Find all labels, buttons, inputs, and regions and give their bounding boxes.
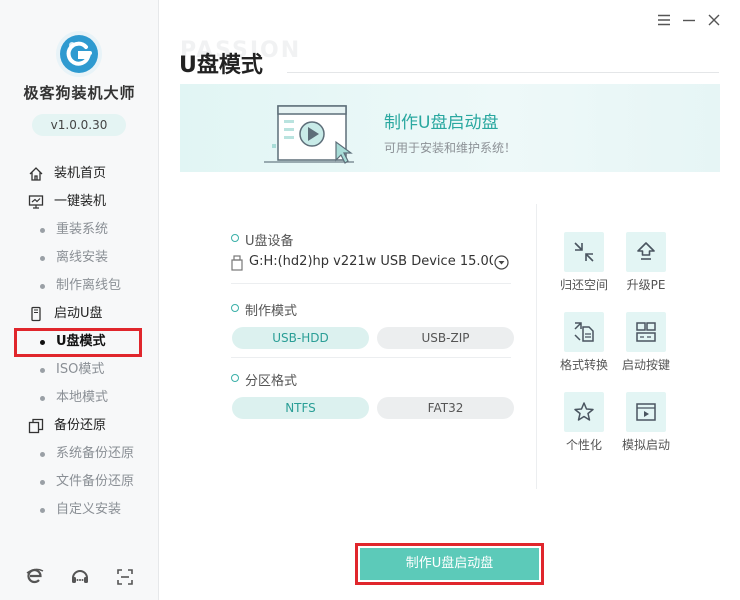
copy-icon — [28, 418, 44, 434]
divider — [231, 283, 511, 284]
simulate-boot-icon — [636, 403, 656, 421]
sidebar-item-one-click-install[interactable]: 一键装机 — [0, 188, 159, 216]
app-logo-icon — [56, 31, 102, 77]
banner: 制作U盘启动盘 可用于安装和维护系统！ — [180, 84, 720, 172]
usb-drive-icon — [231, 255, 243, 271]
chevron-down-icon[interactable] — [494, 255, 509, 270]
sidebar-item-make-offline-pkg[interactable]: 制作离线包 — [0, 272, 159, 300]
banner-title: 制作U盘启动盘 — [384, 113, 499, 133]
sidebar-item-label: 文件备份还原 — [56, 474, 135, 489]
upgrade-icon — [637, 242, 655, 260]
sidebar-item-backup-restore[interactable]: 备份还原 — [0, 412, 159, 440]
sidebar-item-label: 本地模式 — [56, 390, 109, 405]
tool-upgrade-pe-button[interactable]: 升级PE — [616, 232, 676, 302]
sidebar-item-label: 离线安装 — [56, 250, 109, 265]
bullet-icon — [40, 368, 45, 373]
title-divider — [287, 72, 719, 73]
sidebar-item-label: 备份还原 — [54, 418, 107, 433]
home-icon — [29, 167, 43, 181]
tool-label: 模拟启动 — [621, 438, 670, 452]
bullet-icon — [40, 480, 45, 485]
tool-icon-box — [564, 392, 604, 432]
mode-label: 制作模式 — [245, 304, 298, 319]
vertical-divider — [536, 204, 537, 489]
device-value: G:H:(hd2)hp v221w USB Device 15.00G — [249, 254, 493, 269]
tool-format-convert-button[interactable]: 格式转换 — [554, 312, 614, 382]
mode-option-usb-hdd[interactable]: USB-HDD — [232, 327, 369, 349]
sidebar-item-label: 启动U盘 — [54, 306, 103, 321]
sidebar-item-offline-install[interactable]: 离线安装 — [0, 244, 159, 272]
bullet-icon — [40, 508, 45, 513]
tool-icon-box — [564, 312, 604, 352]
tool-label: 升级PE — [626, 278, 666, 292]
menu-icon[interactable] — [656, 12, 672, 28]
page-title: U盘模式 — [179, 53, 263, 78]
sidebar-item-label: ISO模式 — [56, 362, 105, 377]
tool-icon-box — [626, 312, 666, 352]
ring-icon — [231, 304, 239, 312]
sidebar-item-boot-usb[interactable]: 启动U盘 — [0, 300, 159, 328]
device-section-label: U盘设备 — [231, 230, 294, 249]
banner-subtitle: 可用于安装和维护系统！ — [384, 141, 517, 155]
tool-restore-space-button[interactable]: 归还空间 — [554, 232, 614, 302]
tool-boot-key-button[interactable]: 启动按键 — [616, 312, 676, 382]
tool-icon-box — [564, 232, 604, 272]
partition-option-ntfs[interactable]: NTFS — [232, 397, 369, 419]
partition-option-fat32[interactable]: FAT32 — [377, 397, 514, 419]
usb-drive-icon — [31, 306, 41, 322]
sidebar-item-custom-install[interactable]: 自定义安装 — [0, 496, 159, 524]
bullet-icon — [40, 284, 45, 289]
sidebar-item-label: 重装系统 — [56, 222, 109, 237]
device-label: U盘设备 — [245, 234, 294, 249]
sidebar: 极客狗装机大师 v1.0.0.30 装机首页 一键装机 重装系统 离线安装 制作… — [0, 0, 159, 600]
mode-section-label: 制作模式 — [231, 300, 297, 319]
bullet-icon — [40, 396, 45, 401]
tool-label: 启动按键 — [621, 358, 670, 372]
sidebar-item-home[interactable]: 装机首页 — [0, 160, 159, 188]
partition-label: 分区格式 — [245, 374, 298, 389]
sidebar-item-label: 制作离线包 — [56, 278, 122, 293]
browser-icon[interactable] — [24, 566, 46, 588]
highlight-box: 制作U盘启动盘 — [355, 543, 544, 585]
personalize-icon — [574, 402, 594, 421]
screenshot-icon[interactable] — [114, 566, 136, 588]
device-select[interactable]: G:H:(hd2)hp v221w USB Device 15.00G — [231, 253, 511, 273]
sidebar-item-label: 自定义安装 — [56, 502, 122, 517]
app-name: 极客狗装机大师 — [23, 84, 136, 102]
highlight-box — [14, 328, 142, 357]
sidebar-item-label: 一键装机 — [54, 194, 107, 209]
minimize-icon[interactable] — [681, 12, 697, 28]
close-icon[interactable] — [706, 12, 722, 28]
tool-personalize-button[interactable]: 个性化 — [554, 392, 614, 462]
ring-icon — [231, 234, 239, 242]
tool-icon-box — [626, 232, 666, 272]
video-player-illustration-icon — [264, 105, 354, 164]
ring-icon — [231, 374, 239, 382]
bullet-icon — [40, 256, 45, 261]
sidebar-item-label: 装机首页 — [54, 166, 107, 181]
partition-section-label: 分区格式 — [231, 370, 297, 389]
tool-icon-box — [626, 392, 666, 432]
sidebar-item-reinstall[interactable]: 重装系统 — [0, 216, 159, 244]
sidebar-footer — [0, 566, 159, 590]
sidebar-item-label: 系统备份还原 — [56, 446, 135, 461]
sidebar-item-local-mode[interactable]: 本地模式 — [0, 384, 159, 412]
monitor-icon — [28, 195, 44, 209]
format-convert-icon — [574, 322, 594, 342]
make-boot-usb-button[interactable]: 制作U盘启动盘 — [360, 548, 539, 580]
version-badge: v1.0.0.30 — [32, 114, 126, 136]
mode-option-usb-zip[interactable]: USB-ZIP — [377, 327, 514, 349]
sidebar-item-system-backup[interactable]: 系统备份还原 — [0, 440, 159, 468]
support-chat-icon[interactable] — [69, 566, 91, 588]
tool-simulate-boot-button[interactable]: 模拟启动 — [616, 392, 676, 462]
sidebar-item-file-backup[interactable]: 文件备份还原 — [0, 468, 159, 496]
bullet-icon — [40, 452, 45, 457]
shrink-icon — [574, 242, 594, 262]
boot-key-icon — [636, 322, 656, 342]
bullet-icon — [40, 228, 45, 233]
sidebar-item-iso-mode[interactable]: ISO模式 — [0, 356, 159, 384]
divider — [231, 357, 511, 358]
